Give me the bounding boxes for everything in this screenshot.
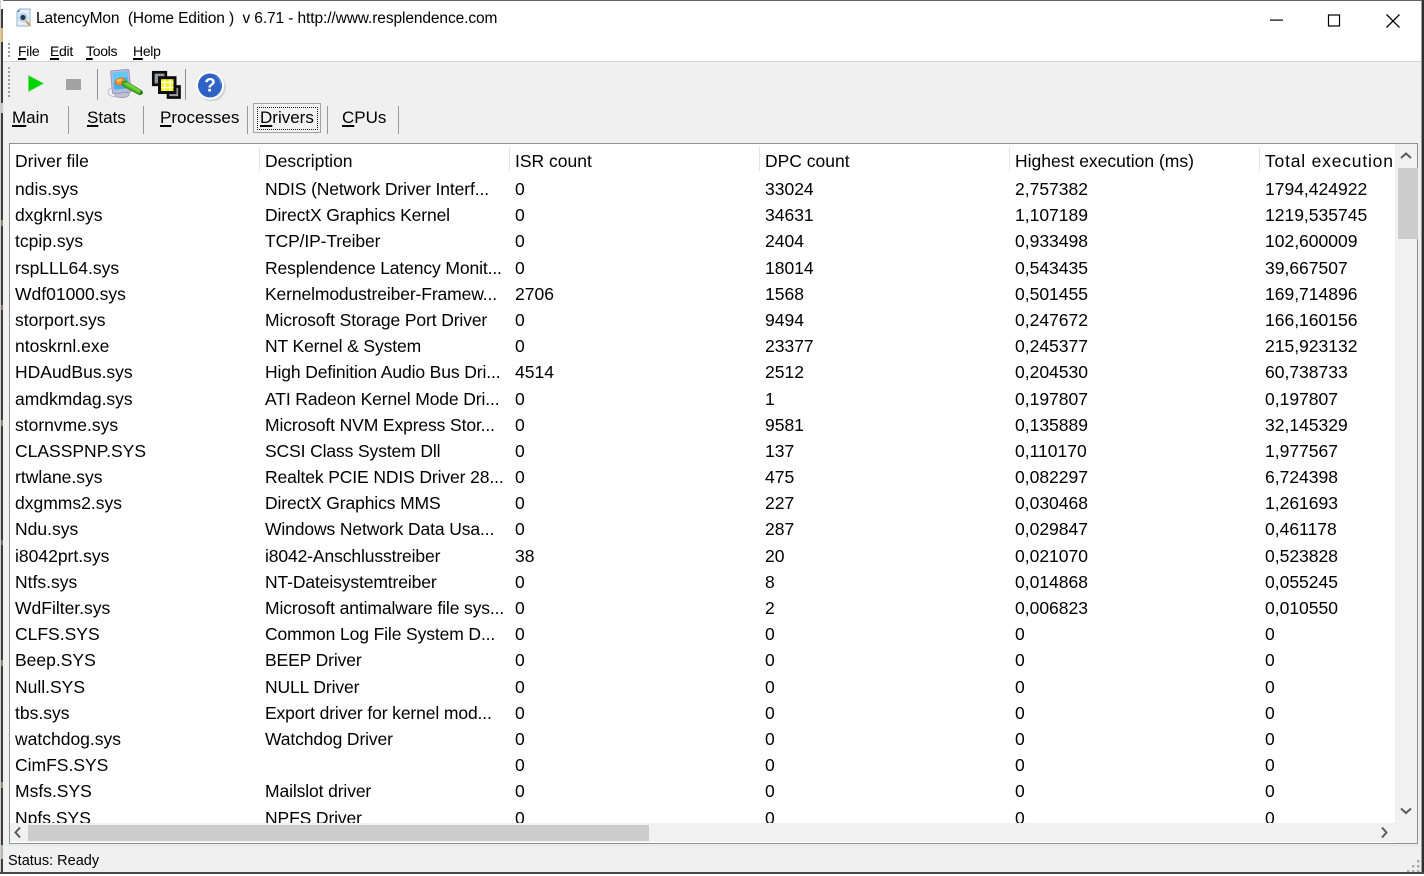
svg-text:?: ? <box>204 76 216 97</box>
